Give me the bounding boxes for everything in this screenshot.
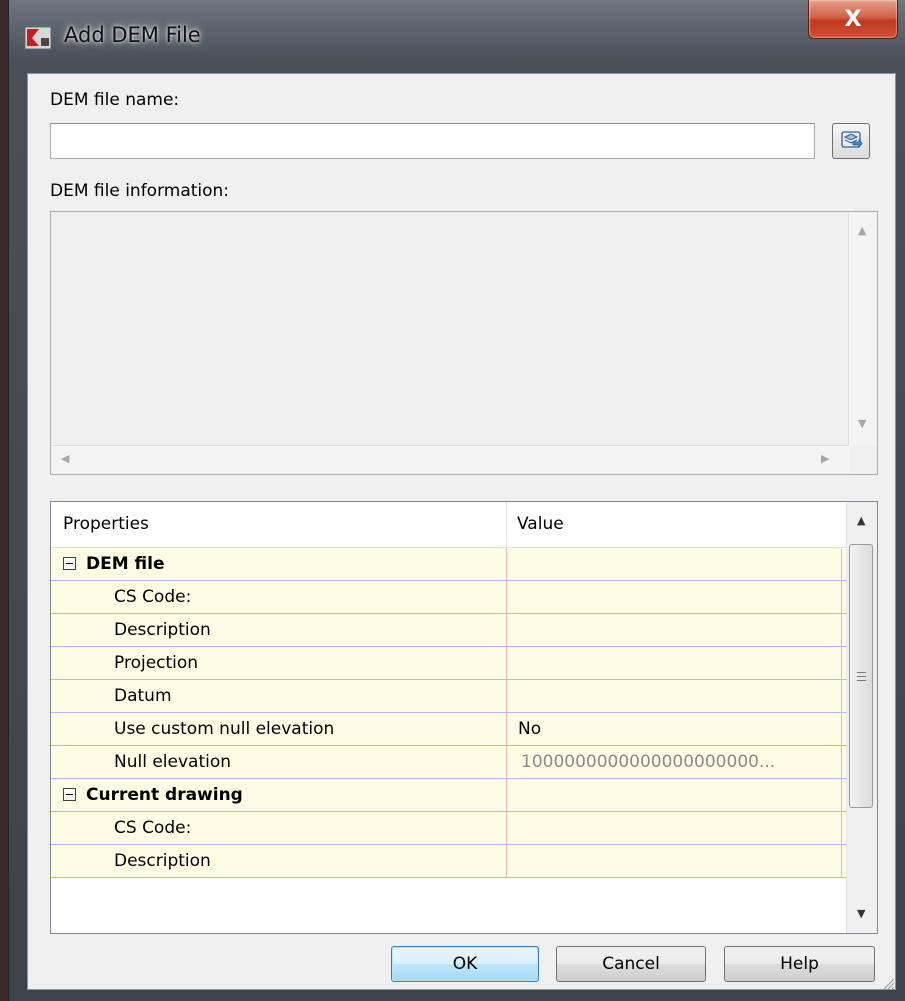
value-cell[interactable]: 1000000000000000000000... <box>507 746 842 778</box>
collapse-icon[interactable] <box>63 557 76 570</box>
close-button[interactable]: X <box>808 0 898 39</box>
grid-header: Properties Value <box>51 502 848 548</box>
property-cell[interactable]: Use custom null elevation <box>51 713 507 745</box>
autocad-map-icon <box>24 24 52 52</box>
add-dem-file-dialog: Add DEM File X DEM file name: DEM file i… <box>8 0 905 1001</box>
grid-group-row[interactable]: DEM file <box>51 548 848 581</box>
resize-grip-icon[interactable] <box>881 975 895 990</box>
info-horizontal-scrollbar[interactable]: ◀ ▶ <box>51 445 849 474</box>
value-cell[interactable] <box>507 548 842 580</box>
value-cell[interactable] <box>507 614 842 646</box>
scrollbar-thumb[interactable] <box>849 544 873 808</box>
folder-browse-icon <box>839 127 863 155</box>
grid-property-row[interactable]: Null elevation 1000000000000000000000... <box>51 746 848 779</box>
info-vertical-scrollbar[interactable]: ▲ ▼ <box>848 212 877 446</box>
grid-vertical-scrollbar[interactable]: ▲ ▼ <box>846 502 877 933</box>
grid-property-row[interactable]: CS Code: <box>51 581 848 614</box>
dem-file-name-input[interactable] <box>50 123 815 159</box>
grid-group-row[interactable]: Current drawing <box>51 779 848 812</box>
grid-property-row[interactable]: Use custom null elevation No <box>51 713 848 746</box>
grid-property-row[interactable]: Description <box>51 614 848 647</box>
group-label: Current drawing <box>86 785 243 805</box>
column-header-properties[interactable]: Properties <box>63 514 149 534</box>
property-cell[interactable]: Null elevation <box>51 746 507 778</box>
help-button[interactable]: Help <box>724 946 875 982</box>
dem-file-information-label: DEM file information: <box>50 181 230 201</box>
scroll-up-icon[interactable]: ▲ <box>858 225 866 236</box>
value-cell[interactable] <box>507 812 842 844</box>
grid-property-row[interactable]: Projection <box>51 647 848 680</box>
property-label: Projection <box>114 653 199 673</box>
property-value: No <box>518 719 542 739</box>
scroll-left-icon[interactable]: ◀ <box>61 453 69 464</box>
browse-button[interactable] <box>832 123 870 159</box>
grid-property-row[interactable]: Description <box>51 845 848 878</box>
property-value: 1000000000000000000000... <box>521 752 776 772</box>
scroll-down-icon[interactable]: ▼ <box>857 908 865 919</box>
value-cell[interactable] <box>507 779 842 811</box>
ok-button[interactable]: OK <box>391 946 539 982</box>
dem-file-information-box: ▲ ▼ ◀ ▶ <box>50 211 878 475</box>
column-separator[interactable] <box>506 502 507 547</box>
property-label: CS Code: <box>114 587 192 607</box>
property-cell[interactable]: Projection <box>51 647 507 679</box>
window-title: Add DEM File <box>64 23 201 47</box>
property-cell[interactable]: DEM file <box>51 548 507 580</box>
property-label: CS Code: <box>114 818 192 838</box>
cancel-button[interactable]: Cancel <box>556 946 706 982</box>
scroll-up-icon[interactable]: ▲ <box>857 515 865 526</box>
properties-grid: Properties Value DEM file CS Code: Descrip… <box>50 501 878 934</box>
scroll-right-icon[interactable]: ▶ <box>821 453 829 464</box>
title-bar[interactable]: Add DEM File X <box>9 0 905 72</box>
scroll-down-icon[interactable]: ▼ <box>858 418 866 429</box>
property-cell[interactable]: Datum <box>51 680 507 712</box>
property-label: Description <box>114 620 211 640</box>
value-cell[interactable] <box>507 581 842 613</box>
dem-file-name-label: DEM file name: <box>50 90 180 110</box>
grid-property-row[interactable]: CS Code: <box>51 812 848 845</box>
collapse-icon[interactable] <box>63 788 76 801</box>
dialog-client-area: DEM file name: DEM file information: ▲ ▼… <box>27 73 896 990</box>
grid-rows: DEM file CS Code: Description Projection Dat… <box>51 548 848 878</box>
value-cell[interactable] <box>507 647 842 679</box>
value-cell[interactable] <box>507 680 842 712</box>
property-label: Use custom null elevation <box>114 719 335 739</box>
grid-property-row[interactable]: Datum <box>51 680 848 713</box>
property-cell[interactable]: Description <box>51 614 507 646</box>
property-cell[interactable]: Current drawing <box>51 779 507 811</box>
property-cell[interactable]: CS Code: <box>51 581 507 613</box>
property-label: Datum <box>114 686 172 706</box>
value-cell[interactable] <box>507 845 842 877</box>
group-label: DEM file <box>86 554 165 574</box>
property-label: Description <box>114 851 211 871</box>
column-header-value[interactable]: Value <box>517 514 564 534</box>
property-label: Null elevation <box>114 752 232 772</box>
property-cell[interactable]: CS Code: <box>51 812 507 844</box>
property-cell[interactable]: Description <box>51 845 507 877</box>
close-icon: X <box>844 6 862 32</box>
value-cell[interactable]: No <box>507 713 842 745</box>
